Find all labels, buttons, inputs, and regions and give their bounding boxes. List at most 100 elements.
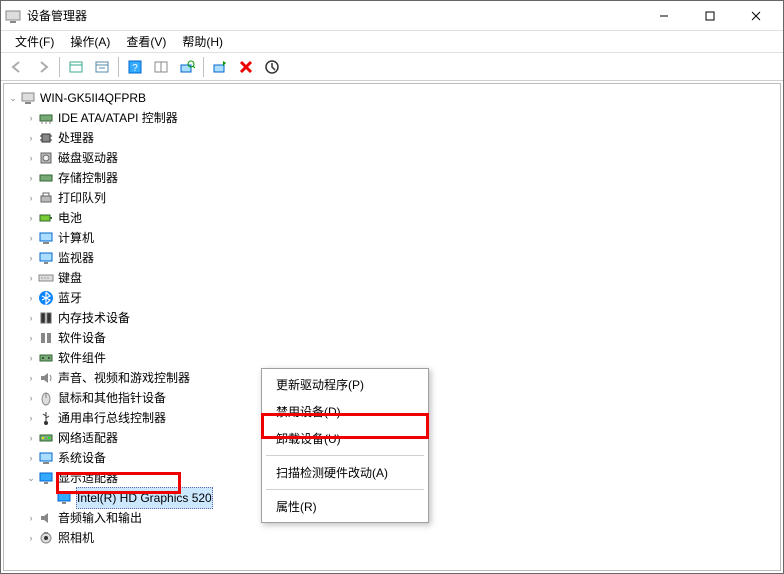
expand-icon[interactable]: › [24, 111, 38, 125]
expand-icon[interactable]: › [24, 391, 38, 405]
storage-icon [38, 170, 54, 186]
category-label: 网络适配器 [58, 428, 118, 448]
tb-view-devices[interactable] [149, 55, 173, 79]
monitor-icon [38, 250, 54, 266]
tree-category[interactable]: › 处理器 [6, 128, 778, 148]
root-label: WIN-GK5II4QFPRB [40, 88, 146, 108]
category-label: 声音、视频和游戏控制器 [58, 368, 190, 388]
menu-view[interactable]: 查看(V) [118, 31, 174, 52]
category-label: 处理器 [58, 128, 94, 148]
category-label: 计算机 [58, 228, 94, 248]
expand-icon[interactable]: › [24, 371, 38, 385]
sound-icon [38, 370, 54, 386]
tree-category[interactable]: › 电池 [6, 208, 778, 228]
window-controls [641, 1, 779, 31]
expand-icon[interactable]: › [24, 511, 38, 525]
back-button[interactable] [5, 55, 29, 79]
category-label: 软件设备 [58, 328, 106, 348]
context-menu-separator [266, 455, 424, 456]
category-label: IDE ATA/ATAPI 控制器 [58, 108, 178, 128]
expand-icon[interactable]: ⌄ [24, 471, 38, 485]
tb-scan[interactable] [175, 55, 199, 79]
tree-category[interactable]: › 内存技术设备 [6, 308, 778, 328]
tb-help[interactable]: ? [123, 55, 147, 79]
expand-icon[interactable]: › [24, 151, 38, 165]
menu-help[interactable]: 帮助(H) [174, 31, 231, 52]
minimize-button[interactable] [641, 1, 687, 31]
category-label: 内存技术设备 [58, 308, 130, 328]
menu-file[interactable]: 文件(F) [7, 31, 62, 52]
cpu-icon [38, 130, 54, 146]
tb-show-hidden[interactable] [64, 55, 88, 79]
tb-disable[interactable] [260, 55, 284, 79]
system-icon [38, 450, 54, 466]
tree-category[interactable]: › 存储控制器 [6, 168, 778, 188]
computer-icon [38, 230, 54, 246]
tree-category[interactable]: › 照相机 [6, 528, 778, 548]
mouse-icon [38, 390, 54, 406]
device-manager-window: 设备管理器 文件(F) 操作(A) 查看(V) 帮助(H) ? ⌄ WIN-GK… [0, 0, 784, 574]
expand-icon[interactable]: › [24, 451, 38, 465]
expand-icon[interactable]: › [24, 191, 38, 205]
expand-icon[interactable]: › [24, 251, 38, 265]
software-icon [38, 330, 54, 346]
maximize-button[interactable] [687, 1, 733, 31]
bluetooth-icon [38, 290, 54, 306]
memory-icon [38, 310, 54, 326]
tb-update-driver[interactable] [208, 55, 232, 79]
tree-category[interactable]: › 磁盘驱动器 [6, 148, 778, 168]
audio-icon [38, 510, 54, 526]
expand-icon[interactable]: › [24, 271, 38, 285]
expand-icon[interactable]: › [24, 291, 38, 305]
tb-properties[interactable] [90, 55, 114, 79]
svg-text:?: ? [132, 63, 138, 74]
tree-root[interactable]: ⌄ WIN-GK5II4QFPRB [6, 88, 778, 108]
expand-icon[interactable]: › [24, 231, 38, 245]
category-label: 系统设备 [58, 448, 106, 468]
expand-icon[interactable]: › [24, 311, 38, 325]
expand-icon[interactable]: › [24, 351, 38, 365]
component-icon [38, 350, 54, 366]
usb-icon [38, 410, 54, 426]
expand-icon[interactable]: › [24, 171, 38, 185]
context-menu-item[interactable]: 属性(R) [264, 493, 426, 520]
category-label: 蓝牙 [58, 288, 82, 308]
computer-icon [20, 90, 36, 106]
tree-category[interactable]: › 打印队列 [6, 188, 778, 208]
category-label: 存储控制器 [58, 168, 118, 188]
expand-icon[interactable]: ⌄ [6, 91, 20, 105]
category-label: 软件组件 [58, 348, 106, 368]
expand-icon[interactable]: › [24, 131, 38, 145]
tree-category[interactable]: › 键盘 [6, 268, 778, 288]
category-label: 照相机 [58, 528, 94, 548]
display-icon [56, 490, 72, 506]
tree-category[interactable]: › 蓝牙 [6, 288, 778, 308]
tree-category[interactable]: › 监视器 [6, 248, 778, 268]
tree-category[interactable]: › 软件组件 [6, 348, 778, 368]
tb-uninstall[interactable] [234, 55, 258, 79]
context-menu-item[interactable]: 禁用设备(D) [264, 398, 426, 425]
menu-action[interactable]: 操作(A) [62, 31, 118, 52]
expand-icon[interactable]: › [24, 211, 38, 225]
tree-category[interactable]: › IDE ATA/ATAPI 控制器 [6, 108, 778, 128]
expand-icon[interactable]: › [24, 431, 38, 445]
expand-icon[interactable]: › [24, 331, 38, 345]
tree-category[interactable]: › 计算机 [6, 228, 778, 248]
close-button[interactable] [733, 1, 779, 31]
printer-icon [38, 190, 54, 206]
network-icon [38, 430, 54, 446]
device-label: Intel(R) HD Graphics 520 [76, 487, 213, 509]
expand-icon[interactable]: › [24, 531, 38, 545]
titlebar: 设备管理器 [1, 1, 783, 31]
context-menu-item[interactable]: 更新驱动程序(P) [264, 371, 426, 398]
context-menu: 更新驱动程序(P)禁用设备(D)卸载设备(U) 扫描检测硬件改动(A) 属性(R) [261, 368, 429, 523]
context-menu-item[interactable]: 卸载设备(U) [264, 425, 426, 452]
category-label: 通用串行总线控制器 [58, 408, 166, 428]
context-menu-item[interactable]: 扫描检测硬件改动(A) [264, 459, 426, 486]
expand-icon[interactable]: › [24, 411, 38, 425]
forward-button[interactable] [31, 55, 55, 79]
display-icon [38, 470, 54, 486]
tree-category[interactable]: › 软件设备 [6, 328, 778, 348]
category-label: 音频输入和输出 [58, 508, 142, 528]
keyboard-icon [38, 270, 54, 286]
